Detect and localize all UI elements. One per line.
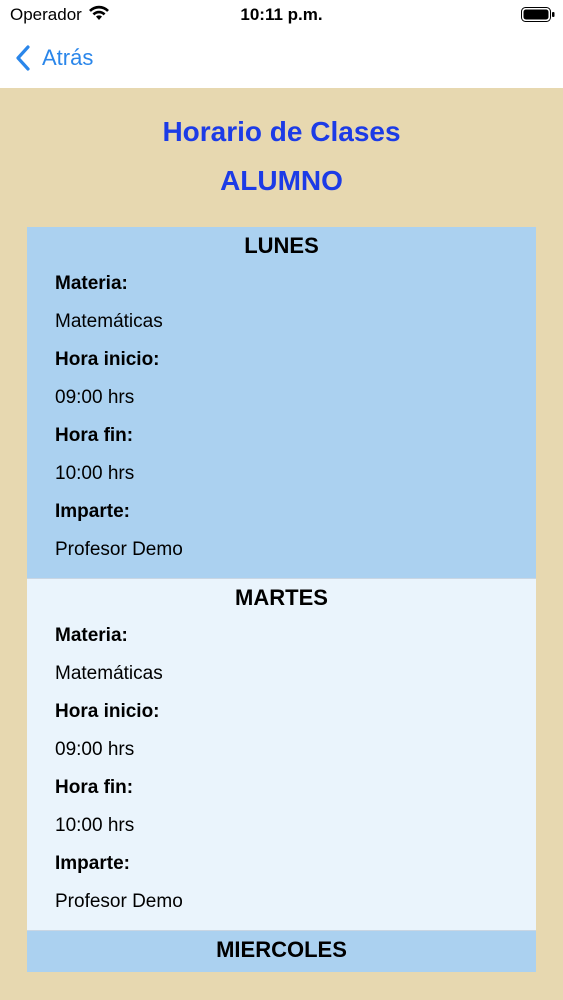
day-title: MIERCOLES bbox=[216, 937, 347, 962]
hora-fin-label: Hora fin: bbox=[55, 777, 134, 798]
navigation-bar: Atrás bbox=[0, 32, 563, 88]
page-title: Horario de Clases bbox=[162, 116, 401, 147]
page-subtitle: ALUMNO bbox=[220, 165, 343, 196]
day-card-lunes: LUNES Materia: Matemáticas Hora inicio: … bbox=[27, 227, 536, 579]
day-title: LUNES bbox=[244, 233, 319, 258]
hora-inicio-label: Hora inicio: bbox=[55, 349, 160, 370]
hora-inicio-label: Hora inicio: bbox=[55, 701, 160, 722]
status-bar: Operador 10:11 p.m. bbox=[0, 0, 563, 32]
materia-value: Matemáticas bbox=[55, 311, 163, 332]
hora-inicio-value: 09:00 hrs bbox=[55, 739, 135, 760]
day-title: MARTES bbox=[235, 585, 328, 610]
materia-value: Matemáticas bbox=[55, 663, 163, 684]
day-card-martes: MARTES Materia: Matemáticas Hora inicio:… bbox=[27, 579, 536, 931]
hora-inicio-value: 09:00 hrs bbox=[55, 387, 135, 408]
materia-label: Materia: bbox=[55, 273, 128, 294]
hora-fin-label: Hora fin: bbox=[55, 425, 134, 446]
schedule-screen: Horario de Clases ALUMNO LUNES Materia: … bbox=[0, 88, 563, 1000]
status-time: 10:11 p.m. bbox=[240, 5, 323, 24]
imparte-value: Profesor Demo bbox=[55, 539, 183, 560]
back-label: Atrás bbox=[42, 45, 94, 70]
materia-label: Materia: bbox=[55, 625, 128, 646]
battery-icon bbox=[521, 7, 555, 22]
chevron-left-icon bbox=[16, 45, 30, 71]
back-button[interactable]: Atrás bbox=[14, 42, 93, 74]
hora-fin-value: 10:00 hrs bbox=[55, 815, 135, 836]
day-card-miercoles: MIERCOLES bbox=[27, 931, 536, 972]
schedule-list[interactable]: LUNES Materia: Matemáticas Hora inicio: … bbox=[27, 227, 536, 972]
imparte-label: Imparte: bbox=[55, 853, 130, 874]
imparte-label: Imparte: bbox=[55, 501, 130, 522]
imparte-value: Profesor Demo bbox=[55, 891, 183, 912]
hora-fin-value: 10:00 hrs bbox=[55, 463, 135, 484]
